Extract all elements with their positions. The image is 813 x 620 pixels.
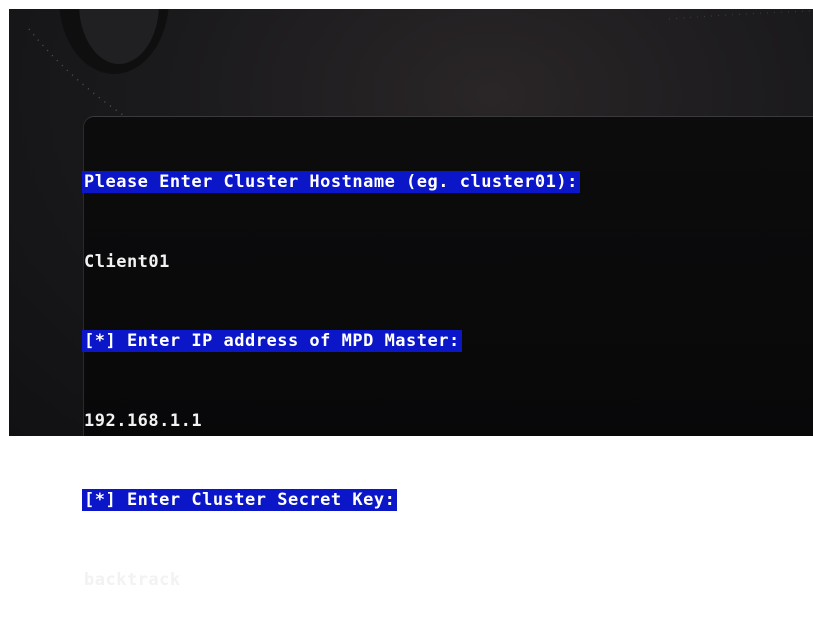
terminal-line-1: Please Enter Cluster Hostname (eg. clust… — [82, 169, 580, 196]
hostname-prompt: Please Enter Cluster Hostname (eg. clust… — [82, 171, 580, 193]
terminal-line-4: 192.168.1.1 — [82, 408, 580, 435]
ip-address-prompt: [*] Enter IP address of MPD Master: — [82, 330, 462, 352]
secret-key-input-value[interactable]: backtrack — [82, 569, 183, 591]
text-cursor-icon — [184, 585, 197, 588]
terminal-line-5: [*] Enter Cluster Secret Key: — [82, 487, 580, 514]
terminal-output[interactable]: Please Enter Cluster Hostname (eg. clust… — [82, 116, 580, 620]
secret-key-prompt: [*] Enter Cluster Secret Key: — [82, 489, 398, 511]
terminal-line-6[interactable]: backtrack — [82, 567, 580, 594]
terminal-line-2: Client01 — [82, 249, 580, 276]
ip-address-input-value: 192.168.1.1 — [84, 410, 203, 431]
terminal-line-3: [*] Enter IP address of MPD Master: — [82, 328, 580, 355]
hostname-input-value: Client01 — [84, 251, 170, 272]
